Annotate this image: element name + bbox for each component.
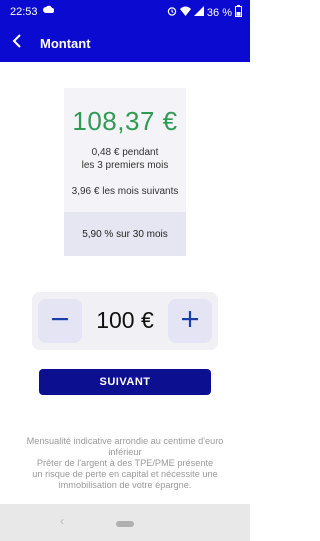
- cloud-icon: [43, 5, 55, 16]
- system-nav-bar: ‹: [0, 504, 250, 541]
- first-months-duration: les 3 premiers mois: [81, 160, 169, 171]
- status-icons: 36 %: [167, 5, 242, 20]
- following-months-amount: 3,96 € les mois suivants: [71, 186, 179, 197]
- wifi-icon: [179, 6, 191, 19]
- nav-back-icon[interactable]: ‹: [60, 514, 64, 528]
- back-button[interactable]: [6, 30, 28, 56]
- status-bar: 22:53 36 %: [0, 0, 250, 24]
- disclaimer-line: Mensualité indicative arrondie au centim…: [26, 436, 224, 446]
- amount-stepper: 100 €: [32, 292, 218, 350]
- summary-card: 108,37 € 0,48 € pendant les 3 premiers m…: [64, 88, 186, 256]
- disclaimer: Mensualité indicative arrondie au centim…: [14, 436, 236, 491]
- chevron-left-icon: [12, 33, 22, 53]
- monthly-amount: 108,37 €: [72, 106, 178, 136]
- decrease-button[interactable]: [38, 299, 82, 343]
- rate-label: 5,90 % sur 30 mois: [82, 228, 168, 240]
- status-time: 22:53: [10, 6, 38, 18]
- plus-icon: [181, 310, 199, 333]
- signal-icon: [193, 6, 204, 19]
- app-bar: Montant: [0, 24, 250, 62]
- nav-home-pill[interactable]: [116, 521, 134, 527]
- battery-percent: 36 %: [206, 6, 232, 19]
- rate-footer: 5,90 % sur 30 mois: [64, 212, 186, 256]
- alarm-icon: [167, 6, 177, 19]
- page-title: Montant: [40, 36, 91, 51]
- next-button[interactable]: SUIVANT: [39, 369, 211, 395]
- disclaimer-line: Prêter de l'argent à des TPE/PME présent…: [36, 458, 214, 468]
- increase-button[interactable]: [168, 299, 212, 343]
- disclaimer-line: inférieur: [108, 447, 142, 457]
- amount-value: 100 €: [96, 307, 154, 333]
- disclaimer-line: un risque de perte en capital et nécessi…: [32, 469, 218, 479]
- disclaimer-line: immobilisation de votre épargne.: [58, 480, 192, 490]
- first-months-amount: 0,48 € pendant: [91, 147, 159, 158]
- minus-icon: [51, 310, 69, 333]
- battery-icon: [235, 5, 242, 20]
